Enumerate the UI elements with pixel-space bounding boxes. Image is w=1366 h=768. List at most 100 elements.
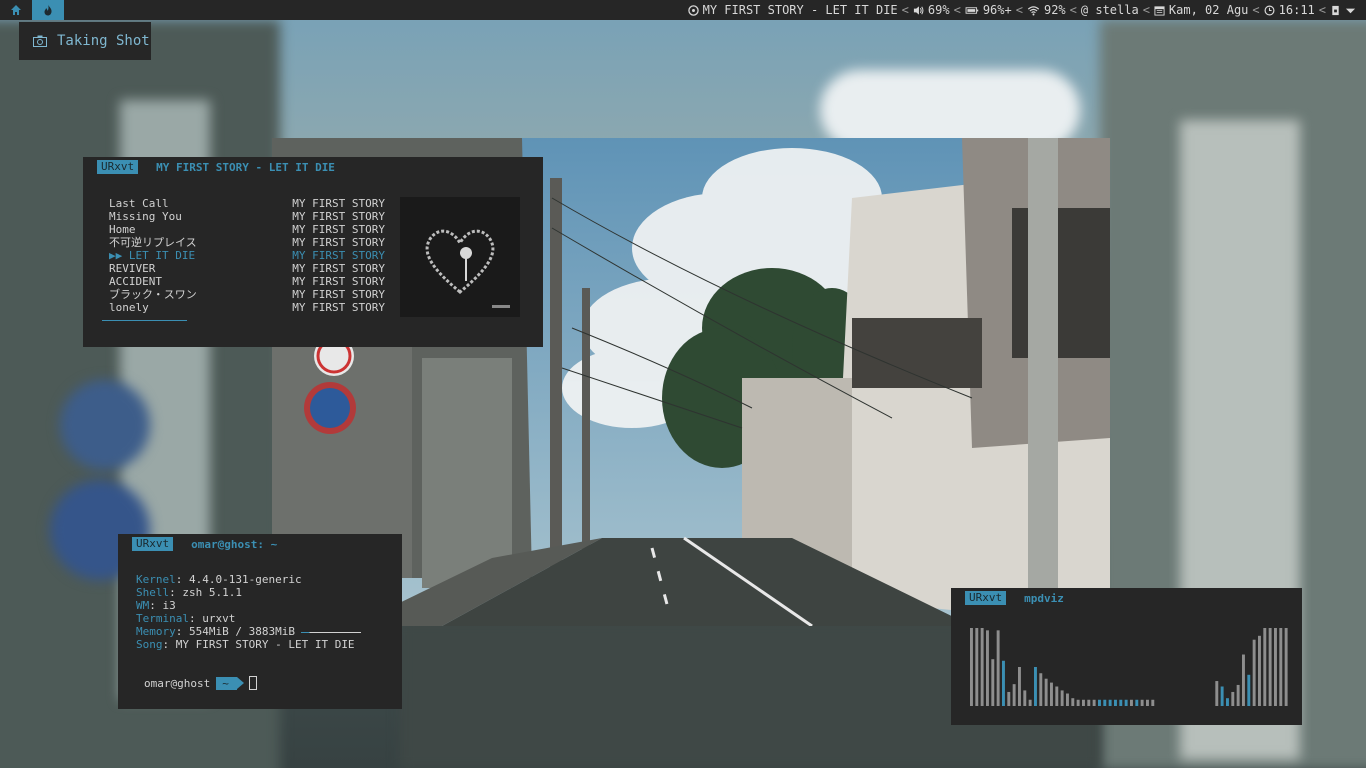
song-title: REVIVER (109, 262, 156, 275)
playlist-item[interactable]: 不可逆リプレイス MY FIRST STORY (109, 236, 385, 249)
terminal-title: MY FIRST STORY - LET IT DIE (156, 160, 335, 174)
playlist-item[interactable]: ブラック・スワン MY FIRST STORY (109, 288, 385, 301)
separator: < (1142, 3, 1150, 17)
battery-value: 96%+ (982, 3, 1012, 17)
lock-icon (1332, 5, 1339, 15)
music-player-terminal[interactable]: URxvt MY FIRST STORY - LET IT DIE Last C… (83, 157, 543, 347)
visualizer-bar (991, 659, 995, 706)
visualizer-bar (1039, 673, 1043, 706)
screenshot-notification: Taking Shot (19, 22, 151, 60)
song-artist: MY FIRST STORY (292, 288, 385, 301)
wifi-module[interactable]: 92% (1025, 3, 1068, 17)
visualizer-bar (1060, 690, 1064, 706)
menu-module[interactable] (1343, 5, 1358, 16)
visualizer-bar (986, 630, 989, 706)
workspace-2[interactable] (32, 0, 64, 20)
now-playing-module[interactable]: MY FIRST STORY - LET IT DIE (686, 3, 900, 17)
playlist-item[interactable]: ▶▶ LET IT DIE MY FIRST STORY (109, 249, 385, 262)
song-title: Missing You (109, 210, 182, 223)
separator: < (1015, 3, 1023, 17)
playlist-item[interactable]: lonely MY FIRST STORY (109, 301, 385, 314)
separator: < (1069, 3, 1077, 17)
battery-module: 96%+ (963, 3, 1014, 17)
info-row: Song: MY FIRST STORY - LET IT DIE (136, 638, 355, 651)
playlist-item[interactable]: Missing You MY FIRST STORY (109, 210, 385, 223)
song-title: Home (109, 223, 136, 236)
status-bar: MY FIRST STORY - LET IT DIE < 69% < 96%+… (0, 0, 1366, 20)
shell-prompt[interactable]: omar@ghost ~ (144, 676, 257, 690)
audio-visualizer (970, 628, 1288, 706)
prompt-directory: ~ (216, 676, 244, 690)
visualizer-bar (1028, 699, 1032, 706)
visualizer-bar (1007, 691, 1011, 706)
info-row: Memory: 554MiB / 3883MiB (136, 625, 361, 638)
time-value: 16:11 (1278, 3, 1315, 17)
separator: < (1318, 3, 1326, 17)
info-key: Song (136, 638, 163, 651)
terminal-header: URxvt omar@ghost: ~ (132, 537, 277, 551)
playlist-item[interactable]: REVIVER MY FIRST STORY (109, 262, 385, 275)
visualizer-bar (1119, 699, 1123, 706)
home-icon (11, 5, 21, 15)
terminal-tag: URxvt (97, 160, 139, 174)
notification-text: Taking Shot (57, 33, 150, 49)
song-title: ブラック・スワン (109, 288, 197, 301)
info-key: Memory (136, 625, 176, 638)
terminal-header: URxvt mpdviz (965, 591, 1064, 605)
visualizer-bar (1044, 678, 1048, 706)
visualizer-bar (1087, 699, 1091, 706)
battery-icon (965, 6, 979, 14)
info-value: MY FIRST STORY - LET IT DIE (175, 638, 355, 651)
visualizer-bar (1002, 660, 1005, 706)
visualizer-bar (1252, 639, 1256, 706)
info-row: Terminal: urxvt (136, 612, 236, 625)
status-modules: MY FIRST STORY - LET IT DIE < 69% < 96%+… (686, 0, 1358, 20)
playlist-item[interactable]: ACCIDENT MY FIRST STORY (109, 275, 385, 288)
visualizer-bar (1231, 691, 1235, 706)
song-artist: MY FIRST STORY (292, 249, 385, 262)
info-row: WM: i3 (136, 599, 176, 612)
clock-module[interactable]: 16:11 (1262, 3, 1317, 17)
info-value: urxvt (202, 612, 236, 625)
info-value: 554MiB / 3883MiB (189, 625, 295, 638)
date-module[interactable]: Kam, 02 Agu (1152, 3, 1250, 17)
playlist-item[interactable]: Home MY FIRST STORY (109, 223, 385, 236)
text-cursor (248, 676, 257, 690)
volume-module[interactable]: 69% (911, 3, 952, 17)
system-info-terminal[interactable]: URxvt omar@ghost: ~ Kernel: 4.4.0-131-ge… (118, 534, 402, 709)
terminal-tag: URxvt (132, 537, 174, 551)
lock-module[interactable] (1328, 5, 1343, 16)
host-module: @ stella (1079, 3, 1141, 17)
album-cover (400, 197, 520, 317)
song-artist: MY FIRST STORY (292, 301, 385, 314)
visualizer-bar (980, 628, 984, 706)
visualizer-bar (1023, 690, 1027, 706)
separator: < (1252, 3, 1260, 17)
visualizer-bar (1135, 699, 1139, 706)
visualizer-bar (1098, 699, 1101, 706)
song-progress-bar[interactable] (102, 320, 187, 321)
info-key: WM (136, 599, 150, 612)
visualizer-bar (996, 630, 1000, 706)
heart-logo-icon (425, 229, 510, 308)
visualizer-terminal[interactable]: URxvt mpdviz (951, 588, 1302, 725)
visualizer-bar (1114, 699, 1117, 706)
song-artist: MY FIRST STORY (292, 262, 385, 275)
visualizer-bar (1215, 681, 1219, 706)
now-playing-text: MY FIRST STORY - LET IT DIE (702, 3, 898, 17)
workspace-1[interactable] (0, 0, 32, 20)
info-value: 4.4.0-131-generic (189, 573, 302, 586)
visualizer-bar (1018, 667, 1021, 706)
song-title: ▶▶ LET IT DIE (109, 249, 196, 262)
song-artist: MY FIRST STORY (292, 236, 385, 249)
visualizer-bar (1034, 667, 1037, 706)
visualizer-bar (1103, 699, 1107, 706)
clock-icon (1264, 5, 1275, 15)
song-title: lonely (109, 301, 149, 314)
playlist-item[interactable]: Last Call MY FIRST STORY (109, 197, 385, 210)
visualizer-bar (1263, 628, 1267, 706)
visualizer-bar (1146, 699, 1149, 706)
prompt-user: omar@ghost (144, 676, 211, 690)
wifi-icon (1027, 5, 1040, 15)
info-value: zsh 5.1.1 (182, 586, 242, 599)
